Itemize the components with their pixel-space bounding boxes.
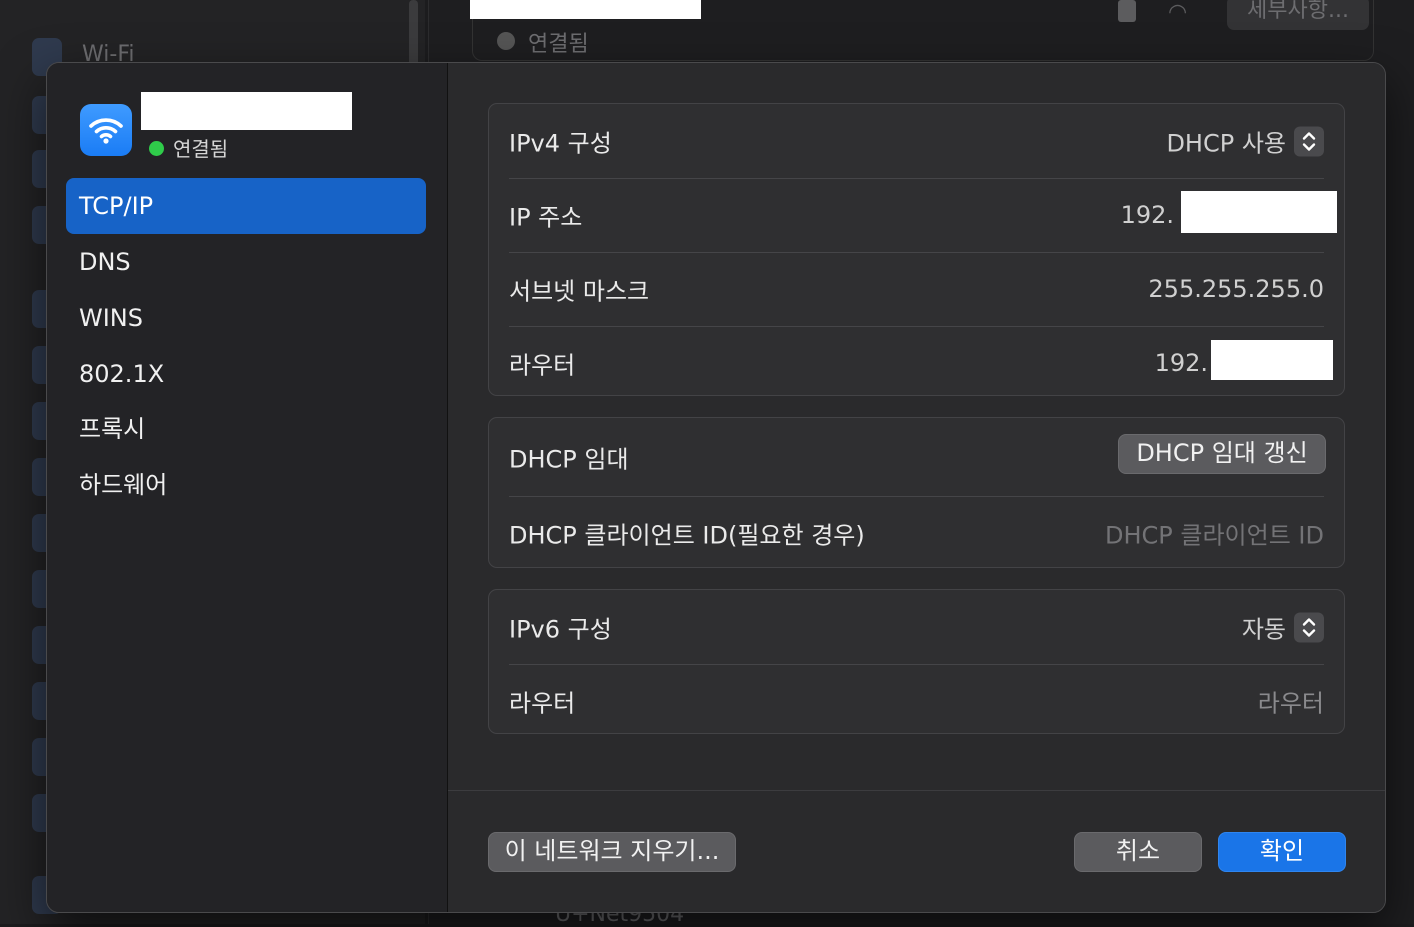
wifi-signal-icon: ◠ bbox=[1168, 0, 1188, 25]
sheet-content: IPv4 구성 DHCP 사용 IP 주소 192. 서브넷 마스크 255.2… bbox=[448, 63, 1385, 912]
network-details-sheet: 연결됨 TCP/IP DNS WINS 802.1X 프록시 하드웨어 IPv4… bbox=[46, 62, 1386, 913]
router-row: 라우터 192. bbox=[509, 326, 1324, 400]
details-button: 세부사항... bbox=[1227, 0, 1369, 30]
ipv4-config-row: IPv4 구성 DHCP 사용 bbox=[509, 104, 1324, 179]
subnet-mask-row: 서브넷 마스크 255.255.255.0 bbox=[509, 252, 1324, 327]
dhcp-lease-label: DHCP 임대 bbox=[509, 445, 629, 474]
chevron-up-down-icon bbox=[1294, 126, 1324, 156]
redacted-router-address bbox=[1211, 340, 1333, 380]
background-status-dot bbox=[497, 32, 515, 50]
sidebar-item-8021x[interactable]: 802.1X bbox=[66, 346, 426, 402]
sidebar-item-dns[interactable]: DNS bbox=[66, 234, 426, 290]
sidebar-item-wins[interactable]: WINS bbox=[66, 290, 426, 346]
sidebar-item-tcpip[interactable]: TCP/IP bbox=[66, 178, 426, 234]
ipv4-config-label: IPv4 구성 bbox=[509, 129, 612, 158]
ok-button[interactable]: 확인 bbox=[1218, 832, 1346, 872]
background-scrollbar bbox=[409, 0, 418, 70]
dhcp-client-id-label: DHCP 클라이언트 ID(필요한 경우) bbox=[509, 521, 865, 550]
subnet-mask-label: 서브넷 마스크 bbox=[509, 277, 650, 306]
connected-status-dot bbox=[149, 141, 164, 156]
ipv6-config-popup[interactable]: 자동 bbox=[1242, 610, 1324, 645]
ip-address-value: 192. bbox=[1120, 201, 1174, 229]
wifi-glyph-icon bbox=[89, 118, 123, 144]
chevron-up-down-icon bbox=[1294, 612, 1324, 642]
ipv4-config-value: DHCP 사용 bbox=[1166, 129, 1286, 158]
ipv6-group: IPv6 구성 자동 라우터 라우터 bbox=[488, 589, 1345, 734]
background-status-text: 연결됨 bbox=[528, 32, 589, 57]
footer-divider bbox=[448, 790, 1385, 791]
dhcp-client-id-input[interactable]: DHCP 클라이언트 ID bbox=[1105, 516, 1324, 551]
sidebar-item-hardware[interactable]: 하드웨어 bbox=[66, 457, 426, 513]
ipv6-router-input[interactable]: 라우터 bbox=[1258, 684, 1324, 719]
redacted-network-name bbox=[141, 92, 352, 130]
connected-status-text: 연결됨 bbox=[173, 137, 229, 161]
sheet-sidebar: 연결됨 TCP/IP DNS WINS 802.1X 프록시 하드웨어 bbox=[47, 63, 448, 912]
sidebar-item-proxy[interactable]: 프록시 bbox=[66, 401, 426, 457]
ipv6-config-label: IPv6 구성 bbox=[509, 615, 612, 644]
ipv4-config-popup[interactable]: DHCP 사용 bbox=[1166, 124, 1324, 159]
router-label: 라우터 bbox=[509, 351, 576, 380]
ip-address-label: IP 주소 bbox=[509, 203, 583, 232]
cancel-button[interactable]: 취소 bbox=[1074, 832, 1202, 872]
wifi-icon bbox=[80, 104, 132, 156]
ipv6-router-row: 라우터 라우터 bbox=[509, 664, 1324, 738]
lock-icon bbox=[1118, 0, 1136, 22]
subnet-mask-value: 255.255.255.0 bbox=[1148, 275, 1324, 303]
ipv6-router-label: 라우터 bbox=[509, 689, 576, 718]
forget-network-button[interactable]: 이 네트워크 지우기... bbox=[488, 832, 736, 872]
router-value: 192. bbox=[1154, 349, 1208, 377]
ipv6-config-value: 자동 bbox=[1241, 615, 1286, 644]
redacted-ip-address bbox=[1181, 191, 1337, 233]
dhcp-client-id-row: DHCP 클라이언트 ID(필요한 경우) DHCP 클라이언트 ID bbox=[509, 496, 1324, 570]
renew-dhcp-lease-button[interactable]: DHCP 임대 갱신 bbox=[1118, 434, 1326, 474]
redacted-network-name bbox=[470, 0, 701, 19]
ipv6-config-row: IPv6 구성 자동 bbox=[509, 590, 1324, 665]
